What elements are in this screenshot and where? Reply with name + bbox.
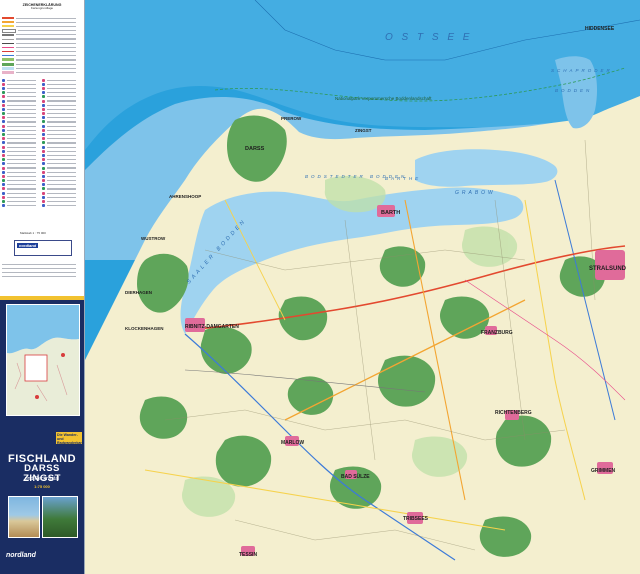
place-tessin[interactable]: TESSIN xyxy=(239,552,257,558)
sea-label: O S T S E E xyxy=(385,32,472,43)
legend-subtitle: Kartengrundlage xyxy=(30,6,54,10)
place-stralsund[interactable]: STRALSUND xyxy=(589,266,627,272)
map-canvas[interactable]: O S T S E E Nationalpark Vorpommersche B… xyxy=(85,0,640,574)
cover-subtitle: und Recknitztal xyxy=(24,476,60,482)
topographic-map[interactable]: O S T S E E Nationalpark Vorpommersche B… xyxy=(85,0,640,574)
place-marlow[interactable]: MARLOW xyxy=(281,440,304,446)
place-ribnitz-damgarten[interactable]: RIBNITZ-DAMGARTEN xyxy=(185,324,239,330)
place-bad-suelze[interactable]: BAD SÜLZE xyxy=(341,473,370,480)
park-label: Nationalpark Vorpommersche Boddenlandsch… xyxy=(335,96,432,101)
publisher-logo: nordland xyxy=(17,243,39,248)
water-label-schaproder: SCHAPRODER xyxy=(551,68,613,73)
place-hiddensee[interactable]: HIDDENSEE xyxy=(585,26,615,32)
legend-footer xyxy=(2,262,82,279)
legend-symbols xyxy=(2,78,82,208)
place-prerow[interactable]: PREROW xyxy=(281,116,302,121)
publisher-box: nordland xyxy=(14,240,72,256)
scale-text: Maßstab 1 : 75 000 xyxy=(20,231,46,235)
water-label-barthe: BARTHE xyxy=(385,176,421,181)
place-barth[interactable]: BARTH xyxy=(381,210,400,216)
place-richtenberg[interactable]: RICHTENBERG xyxy=(495,410,532,416)
water-label-grabow: GRABOW xyxy=(455,190,496,196)
place-wustrow[interactable]: WUSTROW xyxy=(141,236,166,241)
cover-banner: Die Wander- und Radwanderkarte xyxy=(56,432,85,445)
place-dierhagen[interactable]: DIERHAGEN xyxy=(125,290,152,295)
water-label-bodden: BODDEN xyxy=(555,88,592,93)
place-grimmen[interactable]: GRIMMEN xyxy=(591,468,616,474)
cover-photo-forest xyxy=(42,496,78,538)
legend-lines xyxy=(2,16,82,75)
place-darss[interactable]: DARSS xyxy=(245,146,265,152)
cover-strip xyxy=(0,296,84,300)
cover-logo: nordland xyxy=(6,552,36,559)
place-ahrenshoop[interactable]: AHRENSHOOP xyxy=(169,194,201,199)
place-franzburg[interactable]: FRANZBURG xyxy=(481,330,513,336)
map-cover: Die Wander- und Radwanderkarte FISCHLAND… xyxy=(0,296,84,574)
place-tribsees[interactable]: TRIBSEES xyxy=(403,516,429,522)
legend-panel: ZEICHENERKLÄRUNG Kartengrundlage Maßstab… xyxy=(0,0,85,574)
cover-overview-map xyxy=(6,304,80,416)
place-klockenhagen[interactable]: KLOCKENHAGEN xyxy=(125,326,164,331)
cover-scale: 1:75 000 xyxy=(34,484,50,489)
cover-photo-sailboat xyxy=(8,496,40,538)
place-zingst[interactable]: ZINGST xyxy=(355,128,372,133)
